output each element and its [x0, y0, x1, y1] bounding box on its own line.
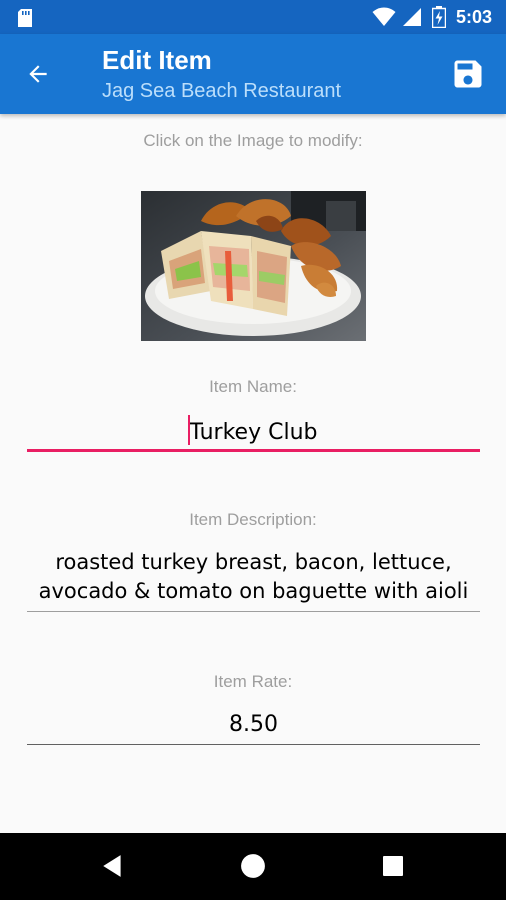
status-time: 5:03 — [456, 7, 493, 27]
sandwich-photo — [141, 191, 366, 341]
item-rate-underline — [27, 744, 480, 745]
restaurant-subtitle: Jag Sea Beach Restaurant — [102, 80, 342, 102]
status-bar: 5:03 — [0, 0, 506, 34]
sd-card-icon — [18, 9, 32, 27]
recents-square-icon — [383, 856, 403, 876]
wifi-icon — [372, 7, 396, 26]
item-name-underline — [27, 449, 480, 452]
item-name-label: Item Name: — [209, 377, 297, 396]
app-bar: Edit Item Jag Sea Beach Restaurant — [0, 34, 506, 114]
item-description-line-2: avocado & tomato on baguette with aioli — [38, 579, 469, 603]
item-rate-label: Item Rate: — [213, 672, 293, 691]
arrow-back-icon — [29, 65, 47, 83]
back-button[interactable] — [14, 50, 62, 98]
nav-recents-button[interactable] — [373, 846, 413, 886]
item-rate-field[interactable]: 8.50 — [27, 710, 480, 740]
image-hint-label: Click on the Image to modify: — [143, 131, 363, 150]
nav-home-button[interactable] — [233, 846, 273, 886]
text-cursor — [188, 415, 190, 445]
item-name-field[interactable]: Turkey Club — [27, 418, 480, 448]
item-image[interactable] — [141, 191, 366, 341]
nav-back-button[interactable] — [93, 846, 133, 886]
home-circle-icon — [241, 854, 265, 878]
item-description-label: Item Description: — [189, 510, 317, 529]
edit-item-screen: 5:03 Edit Item Jag Sea Beach Restaurant … — [0, 0, 506, 900]
back-triangle-icon — [103, 855, 121, 877]
item-description-underline — [27, 611, 480, 612]
save-icon — [454, 60, 482, 88]
item-description-line-1: roasted turkey breast, bacon, lettuce, — [55, 550, 452, 574]
app-bar-titles: Edit Item Jag Sea Beach Restaurant — [102, 44, 341, 104]
signal-icon — [403, 8, 421, 26]
save-button[interactable] — [444, 50, 492, 98]
system-nav-bar — [0, 833, 506, 900]
page-title: Edit Item — [102, 45, 212, 75]
item-description-field[interactable]: roasted turkey breast, bacon, lettuce, a… — [27, 548, 480, 606]
battery-charging-icon — [432, 6, 446, 28]
